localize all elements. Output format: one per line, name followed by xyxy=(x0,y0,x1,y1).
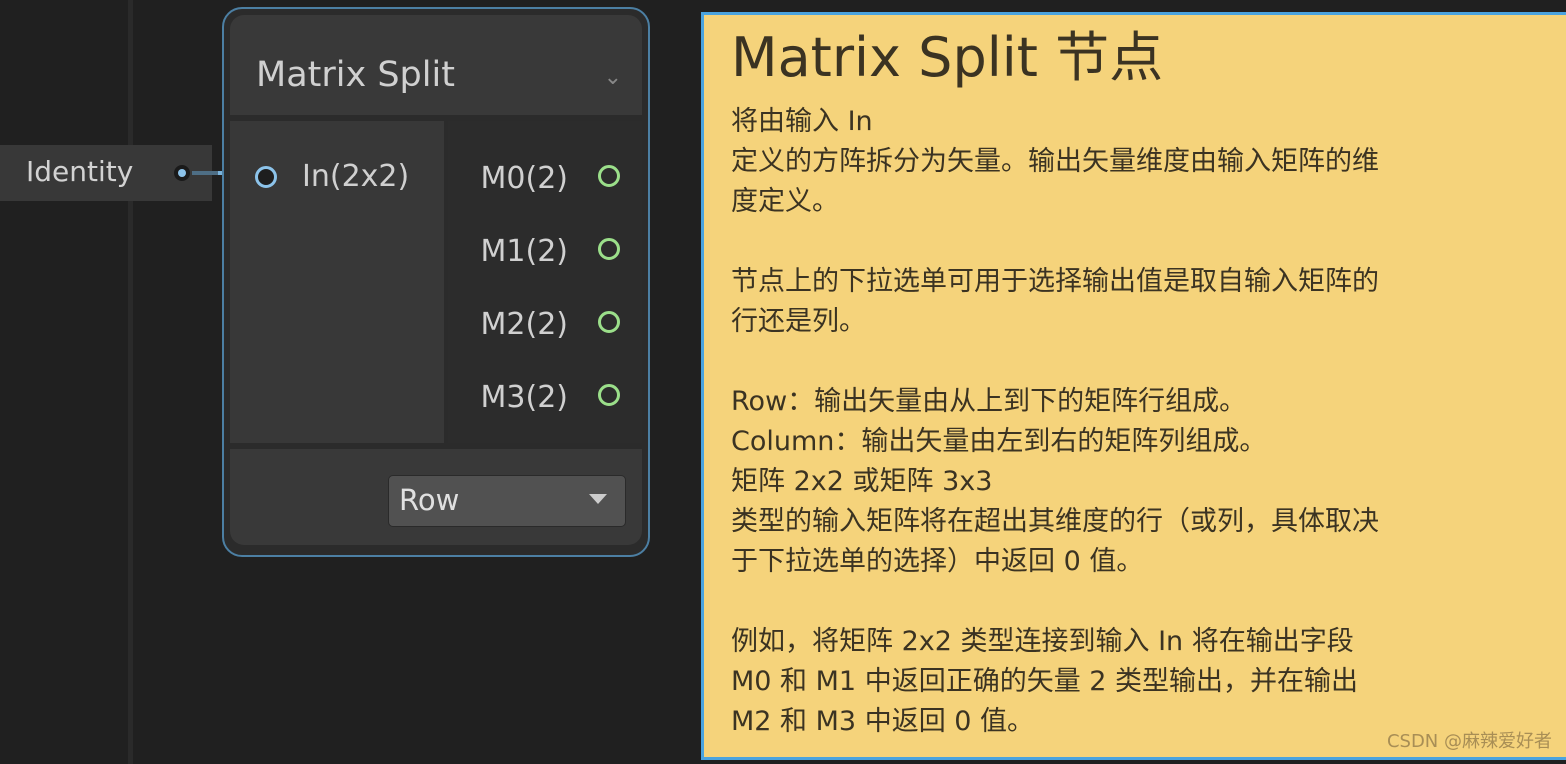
output-port-icon[interactable] xyxy=(598,238,620,260)
tooltip-line: 节点上的下拉选单可用于选择输出值是取自输入矩阵的 xyxy=(731,266,1379,297)
collapse-chevron-icon[interactable]: ⌄ xyxy=(604,65,622,90)
identity-port-icon[interactable] xyxy=(174,165,190,181)
tooltip-body: 将由输入 In 定义的方阵拆分为矢量。输出矢量维度由输入矩阵的维 度定义。节点上的下… xyxy=(731,102,1379,742)
input-slots: In(2x2) xyxy=(230,121,444,443)
tooltip-line: M0 和 M1 中返回正确的矢量 2 类型输出，并在输出 xyxy=(731,666,1359,697)
tooltip-line: M2 和 M3 中返回 0 值。 xyxy=(731,706,1035,737)
tooltip-line: 于下拉选单的选择）中返回 0 值。 xyxy=(731,546,1144,577)
tooltip-line: 度定义。 xyxy=(731,186,839,217)
output-slot-label: M1(2) xyxy=(480,234,568,269)
node-title: Matrix Split xyxy=(256,55,455,95)
tooltip-line xyxy=(731,582,1379,622)
watermark: CSDN @麻辣爱好者 xyxy=(1386,731,1552,752)
tooltip-line: 矩阵 2x2 或矩阵 3x3 xyxy=(731,466,993,497)
tooltip-line: Row：输出矢量由从上到下的矩阵行组成。 xyxy=(731,386,1247,417)
input-port-icon[interactable] xyxy=(255,166,277,188)
tooltip-line: 将由输入 In xyxy=(731,106,873,137)
tooltip-line: 定义的方阵拆分为矢量。输出矢量维度由输入矩阵的维 xyxy=(731,146,1379,177)
output-port-icon[interactable] xyxy=(598,165,620,187)
tooltip-title: Matrix Split 节点 xyxy=(731,26,1164,89)
tooltip-line: Column：输出矢量由左到右的矩阵列组成。 xyxy=(731,426,1267,457)
tooltip-line xyxy=(731,342,1379,382)
tooltip-line: 行还是列。 xyxy=(731,306,866,337)
output-slot-label: M3(2) xyxy=(480,380,568,415)
dropdown-arrow-icon xyxy=(589,494,607,504)
node-header[interactable]: Matrix Split ⌄ xyxy=(230,15,642,115)
input-slot-label: In(2x2) xyxy=(302,159,410,194)
identity-label: Identity xyxy=(26,155,134,188)
node-controls: Row xyxy=(230,449,642,545)
documentation-tooltip: Matrix Split 节点 将由输入 In 定义的方阵拆分为矢量。输出矢量维度… xyxy=(701,12,1566,760)
tooltip-line: 例如，将矩阵 2x2 类型连接到输入 In 将在输出字段 xyxy=(731,626,1354,657)
matrix-split-node[interactable]: Matrix Split ⌄ In(2x2) M0(2) M1(2) M2(2)… xyxy=(222,7,650,557)
row-column-dropdown[interactable]: Row xyxy=(388,475,626,527)
grid-line xyxy=(128,0,133,764)
tooltip-line xyxy=(731,222,1379,262)
output-port-icon[interactable] xyxy=(598,311,620,333)
tooltip-line: 类型的输入矩阵将在超出其维度的行（或列，具体取决 xyxy=(731,506,1379,537)
output-slot-label: M2(2) xyxy=(480,307,568,342)
dropdown-value: Row xyxy=(399,483,460,517)
output-slots: M0(2) M1(2) M2(2) M3(2) xyxy=(448,121,642,443)
output-port-icon[interactable] xyxy=(598,384,620,406)
output-slot-label: M0(2) xyxy=(480,161,568,196)
